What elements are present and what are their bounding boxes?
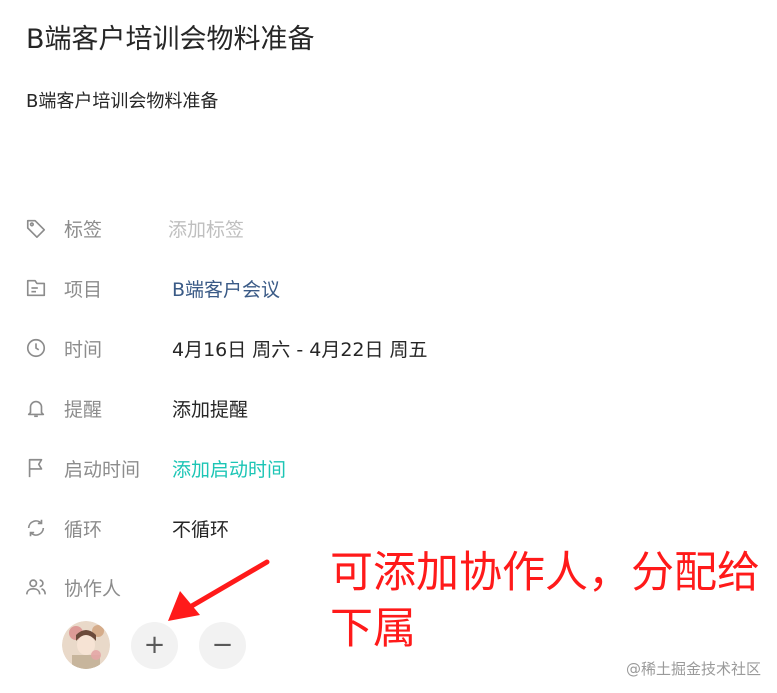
- clock-icon: [24, 336, 48, 360]
- start-time-label: 启动时间: [64, 458, 141, 481]
- field-repeat: 循环 不循环: [24, 510, 584, 546]
- bell-icon: [24, 396, 48, 420]
- avatar[interactable]: [62, 621, 110, 669]
- repeat-value[interactable]: 不循环: [172, 515, 229, 542]
- field-reminder: 提醒 添加提醒: [24, 390, 584, 426]
- field-time: 时间 4月16日 周六 - 4月22日 周五: [24, 330, 584, 366]
- field-project: 项目 B端客户会议: [24, 270, 584, 306]
- task-description[interactable]: B端客户培训会物料准备: [26, 88, 218, 116]
- annotation-arrow: [168, 559, 270, 621]
- watermark: @稀土掘金技术社区: [625, 660, 761, 678]
- reminder-label: 提醒: [64, 398, 103, 421]
- collaborators-label: 协作人: [64, 577, 122, 600]
- project-label: 项目: [64, 278, 103, 301]
- time-label: 时间: [64, 338, 103, 361]
- tag-icon: [24, 216, 48, 240]
- field-tags: 标签 添加标签: [24, 210, 584, 246]
- task-title[interactable]: B端客户培训会物料准备: [26, 20, 315, 60]
- annotation-text: 可添加协作人，分配给下属: [330, 548, 760, 654]
- project-link[interactable]: B端客户会议: [172, 275, 280, 302]
- field-start-time: 启动时间 添加启动时间: [24, 450, 584, 486]
- repeat-icon: [24, 516, 48, 540]
- users-icon: [24, 575, 48, 599]
- flag-icon: [24, 456, 48, 480]
- add-tag-button[interactable]: 添加标签: [168, 215, 244, 242]
- add-reminder-button[interactable]: 添加提醒: [172, 395, 248, 422]
- repeat-label: 循环: [64, 518, 103, 541]
- tags-label: 标签: [64, 218, 103, 241]
- folder-icon: [24, 276, 48, 300]
- add-start-time-button[interactable]: 添加启动时间: [172, 455, 286, 482]
- time-range[interactable]: 4月16日 周六 - 4月22日 周五: [172, 335, 428, 362]
